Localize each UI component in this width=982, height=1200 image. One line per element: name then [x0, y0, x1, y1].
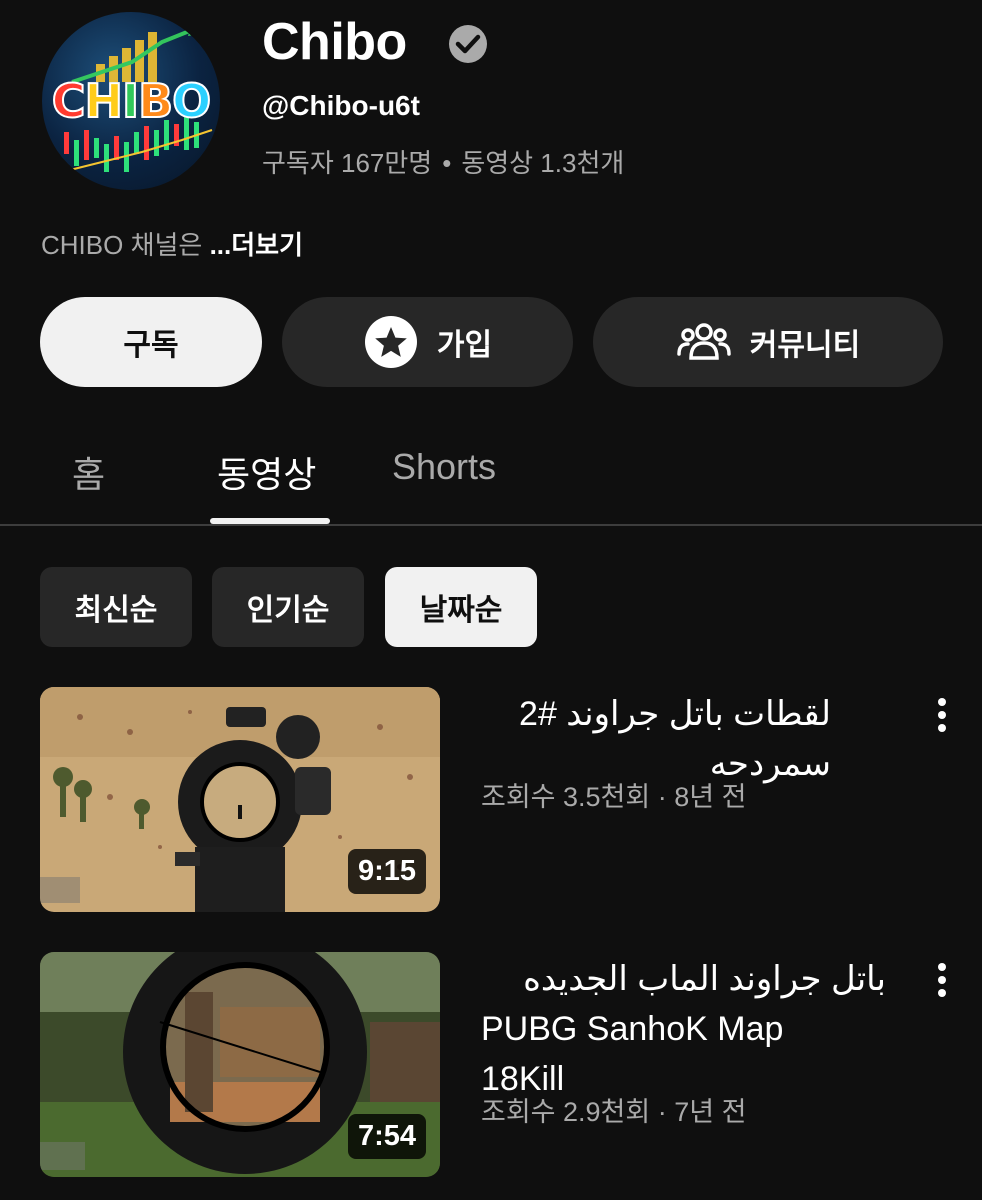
video-thumbnail[interactable]: 7:54: [40, 952, 440, 1177]
community-button[interactable]: 커뮤니티: [593, 297, 943, 387]
channel-description[interactable]: CHIBO 채널은 ...더보기: [41, 225, 303, 262]
sort-chip-popular[interactable]: 인기순: [212, 567, 364, 647]
chip-label: 최신순: [74, 594, 158, 627]
video-title-line: باتل جراوند الماب الجديده: [523, 960, 886, 998]
video-item[interactable]: 7:54 باتل جراوند الماب الجديده PUBG Sanh…: [0, 952, 982, 1182]
star-icon: [364, 316, 417, 368]
video-title[interactable]: باتل جراوند الماب الجديده PUBG SanhoK Ma…: [481, 954, 901, 1104]
sort-chip-latest[interactable]: 최신순: [40, 567, 192, 647]
video-thumbnail[interactable]: 9:15: [40, 687, 440, 912]
subscribe-button[interactable]: 구독: [40, 297, 262, 387]
people-icon: [677, 323, 731, 360]
subscriber-count: 구독자 167만명: [262, 148, 433, 178]
channel-name: Chibo: [262, 13, 407, 71]
channel-handle: @Chibo-u6t: [262, 90, 420, 121]
tab-shorts[interactable]: Shorts: [392, 446, 496, 488]
chip-label: 인기순: [246, 594, 330, 627]
community-label: 커뮤니티: [749, 329, 861, 362]
video-duration: 9:15: [347, 849, 426, 894]
video-item[interactable]: 9:15 لقطات باتل جراوند #2 سمردحه 조회수 3.5…: [0, 687, 982, 917]
more-options-icon[interactable]: [932, 960, 952, 1000]
channel-tabs: 홈 동영상 Shorts: [0, 420, 982, 526]
join-button[interactable]: 가입: [282, 297, 573, 387]
channel-avatar[interactable]: CHIBO: [42, 12, 220, 190]
sort-chip-date[interactable]: 날짜순: [385, 567, 537, 647]
video-count: 동영상 1.3천개: [461, 148, 625, 178]
subscribe-label: 구독: [123, 329, 179, 362]
chip-label: 날짜순: [419, 594, 503, 627]
video-duration: 7:54: [347, 1114, 426, 1159]
more-options-icon[interactable]: [932, 695, 952, 735]
more-link[interactable]: ...더보기: [210, 230, 303, 260]
active-tab-indicator: [210, 518, 330, 524]
video-meta: 조회수 3.5천회 · 8년 전: [481, 782, 747, 812]
video-meta: 조회수 2.9천회 · 7년 전: [481, 1097, 747, 1127]
channel-header: CHIBO Chibo @Chibo-u6t 구독자 167만명 • 동영상 1.3…: [0, 0, 982, 260]
join-label: 가입: [436, 329, 493, 362]
tab-home[interactable]: 홈: [72, 446, 105, 498]
channel-stats: 구독자 167만명 • 동영상 1.3천개: [262, 143, 624, 180]
avatar-logo-text: CHIBO: [51, 73, 213, 129]
verified-check-icon: [449, 25, 487, 63]
tab-videos[interactable]: 동영상: [217, 446, 316, 498]
video-title[interactable]: لقطات باتل جراوند #2 سمردحه: [481, 689, 831, 789]
video-title-line: PUBG SanhoK Map: [481, 1010, 784, 1048]
stats-separator: •: [442, 148, 452, 178]
description-text: CHIBO 채널은: [41, 230, 203, 260]
